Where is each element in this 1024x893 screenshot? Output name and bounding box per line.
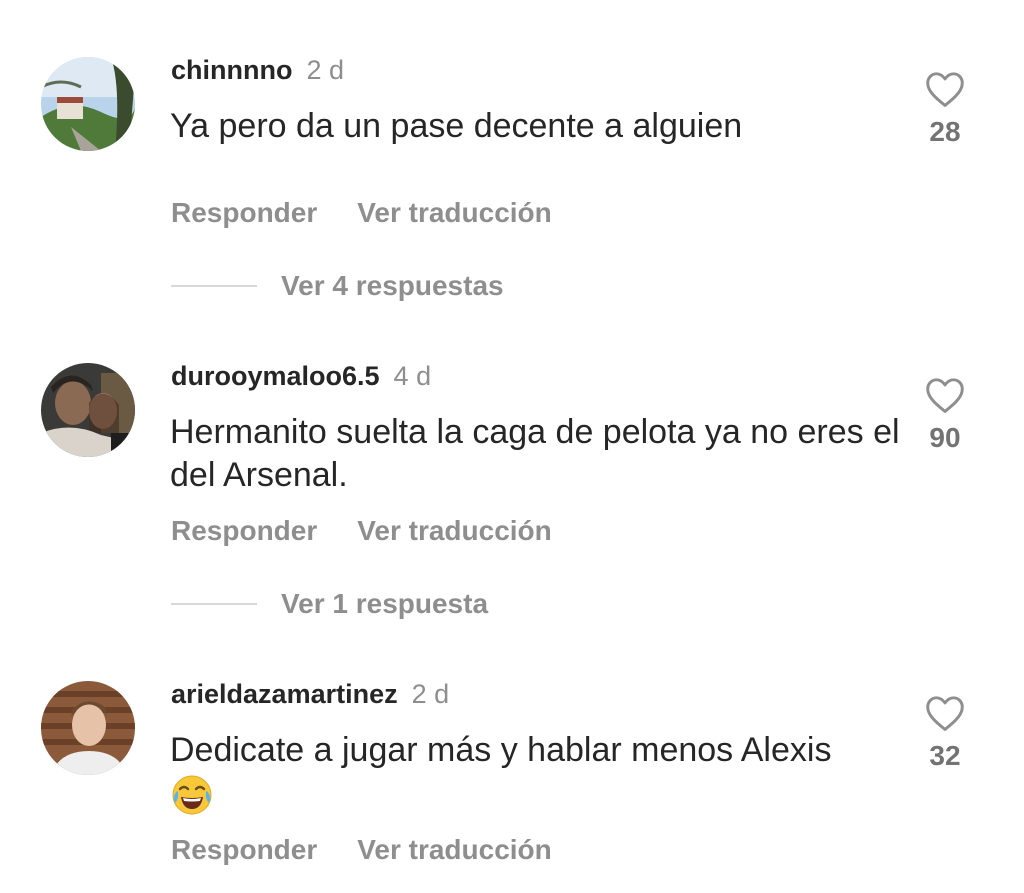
replies-divider	[171, 285, 257, 287]
username-link[interactable]: arieldazamartinez	[171, 679, 398, 709]
comment-meta: chinnnno 2 d	[171, 53, 344, 87]
comment-actions: Responder Ver traducción	[171, 513, 552, 549]
view-replies[interactable]: Ver 1 respuesta	[171, 586, 488, 622]
like-count: 90	[929, 422, 961, 453]
like-group: 32	[920, 694, 970, 772]
username-link[interactable]: chinnnno	[171, 55, 292, 85]
comment-meta: arieldazamartinez 2 d	[171, 677, 449, 711]
like-count: 32	[929, 740, 961, 771]
face-with-tears-of-joy-icon	[172, 775, 212, 815]
view-replies-label[interactable]: Ver 4 respuestas	[281, 270, 504, 301]
comment-text: Ya pero da un pase decente a alguien	[170, 107, 743, 145]
comment-text: Hermanito suelta la caga de pelota ya no…	[170, 413, 900, 494]
see-translation-button[interactable]: Ver traducción	[357, 197, 552, 228]
comment-actions: Responder Ver traducción	[171, 832, 552, 868]
avatar[interactable]	[41, 681, 135, 775]
timestamp: 2 d	[411, 679, 450, 709]
see-translation-button[interactable]: Ver traducción	[357, 515, 552, 546]
comment-actions: Responder Ver traducción	[171, 195, 552, 231]
heart-icon[interactable]	[924, 694, 966, 732]
replies-divider	[171, 603, 257, 605]
comment-text: Dedicate a jugar más y hablar menos Alex…	[170, 729, 900, 817]
avatar[interactable]	[41, 363, 135, 457]
see-translation-button[interactable]: Ver traducción	[357, 834, 552, 865]
like-group: 28	[920, 70, 970, 148]
timestamp: 4 d	[393, 361, 432, 391]
reply-button[interactable]: Responder	[171, 197, 317, 228]
comment-text-body: Dedicate a jugar más y hablar menos Alex…	[170, 731, 832, 769]
reply-button[interactable]: Responder	[171, 515, 317, 546]
username-link[interactable]: durooymaloo6.5	[171, 361, 380, 391]
like-group: 90	[920, 376, 970, 454]
reply-button[interactable]: Responder	[171, 834, 317, 865]
avatar[interactable]	[41, 57, 135, 151]
heart-icon[interactable]	[924, 70, 966, 108]
comment-meta: durooymaloo6.5 4 d	[171, 359, 431, 393]
heart-icon[interactable]	[924, 376, 966, 414]
view-replies[interactable]: Ver 4 respuestas	[171, 268, 504, 304]
view-replies-label[interactable]: Ver 1 respuesta	[281, 588, 488, 619]
like-count: 28	[929, 116, 961, 147]
timestamp: 2 d	[306, 55, 345, 85]
